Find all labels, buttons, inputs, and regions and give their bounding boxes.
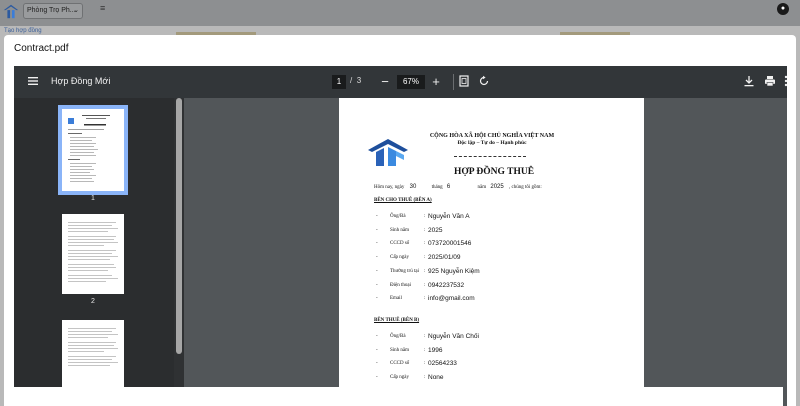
thumbnail-label-2: 2 — [91, 298, 95, 305]
field-value: 02564233 — [428, 360, 457, 368]
field-value: 2025/01/09 — [428, 254, 461, 262]
field-colon: : — [424, 296, 426, 302]
field-value: 0942237532 — [428, 281, 465, 289]
pdf-modal: Contract.pdf Hợp Đồng Mới 1 / 3 − 67% + — [4, 35, 796, 406]
field-value: 073720001546 — [428, 240, 472, 248]
document-title: Hợp Đồng Mới — [51, 76, 111, 86]
bullet-dash: - — [376, 255, 378, 261]
field-label: Sinh năm — [390, 347, 410, 353]
date-year: 2025 — [490, 184, 504, 190]
date-prefix: Hôm nay, ngày — [374, 185, 405, 190]
field-label: Cấp ngày — [390, 255, 410, 261]
field-colon: : — [424, 255, 426, 261]
page-separator: / — [350, 76, 353, 85]
field-label: Cấp ngày — [390, 375, 410, 381]
menu-toggle-icon[interactable]: ≡ — [100, 3, 105, 13]
thumbnail-page-2[interactable] — [62, 214, 124, 294]
thumbnail-page-1[interactable] — [58, 105, 128, 195]
rotate-icon[interactable] — [477, 75, 491, 89]
pdf-page-1: CỘNG HÒA XÃ HỘI CHỦ NGHĨA VIỆT NAM Độc l… — [339, 98, 644, 406]
toolbar-divider — [453, 74, 454, 90]
field-colon: : — [424, 334, 426, 339]
print-icon[interactable] — [763, 75, 777, 89]
field-value: info@gmail.com — [428, 295, 475, 303]
field-label: Điện thoại — [390, 282, 411, 288]
document-view: CỘNG HÒA XÃ HỘI CHỦ NGHĨA VIỆT NAM Độc l… — [184, 98, 787, 406]
party-b-title: BÊN THUÊ (BÊN B) — [374, 318, 420, 323]
bullet-dash: - — [376, 347, 378, 353]
fit-page-icon[interactable] — [457, 75, 471, 89]
date-month: 6 — [446, 184, 451, 190]
bullet-dash: - — [376, 375, 378, 381]
menu-icon[interactable] — [26, 75, 40, 89]
bullet-dash: - — [376, 361, 378, 367]
field-colon: : — [424, 375, 426, 381]
year-label: năm — [477, 185, 487, 190]
field-colon: : — [424, 214, 426, 219]
bullet-dash: - — [376, 282, 378, 288]
bullet-dash: - — [376, 214, 378, 219]
field-value: 2025 — [428, 226, 443, 234]
pdf-toolbar: Hợp Đồng Mới 1 / 3 − 67% + — [14, 66, 788, 98]
motto: Độc lập – Tự do – Hạnh phúc — [457, 140, 527, 146]
field-label: Ông/Bà — [390, 214, 406, 219]
field-label: Thường trú tại — [390, 268, 419, 274]
field-colon: : — [424, 227, 426, 233]
field-value: 1996 — [428, 346, 443, 354]
thumbnail-label-1: 1 — [91, 195, 95, 202]
app-logo — [3, 4, 19, 19]
party-a-title: BÊN CHO THUÊ (BÊN A) — [374, 198, 432, 203]
chevron-down-icon: ⌄ — [73, 7, 79, 14]
bullet-dash: - — [376, 296, 378, 302]
field-value: None — [428, 374, 444, 382]
thumbnail-sidebar: 1 2 — [14, 98, 184, 406]
field-label: CCCD số — [390, 361, 410, 367]
bullet-dash: - — [376, 268, 378, 274]
page-number-input[interactable]: 1 — [332, 75, 346, 89]
date-suffix: , chúng tôi gồm: — [508, 185, 542, 190]
date-line: Hôm nay, ngày 30 tháng 6 năm 2025 , chún… — [374, 184, 542, 190]
field-label: Email — [390, 296, 402, 302]
field-label: Sinh năm — [390, 227, 410, 233]
field-colon: : — [424, 241, 426, 247]
more-options-icon[interactable] — [779, 75, 793, 89]
field-label: Ông/Bà — [390, 334, 406, 339]
app-header: Phòng Trọ Ph... ⌄ ≡ ● — [0, 0, 800, 26]
company-logo — [368, 139, 408, 166]
zoom-in-icon[interactable]: + — [429, 75, 443, 89]
month-label: tháng — [431, 185, 443, 190]
modal-footer — [10, 387, 783, 406]
property-select[interactable]: Phòng Trọ Ph... ⌄ — [23, 3, 83, 19]
contract-heading: HỢP ĐỒNG THUÊ — [453, 167, 535, 177]
pdf-viewer: Hợp Đồng Mới 1 / 3 − 67% + 1 2 CỘNG HÒA … — [14, 66, 788, 406]
bullet-dash: - — [376, 241, 378, 247]
field-colon: : — [424, 347, 426, 353]
date-day: 30 — [409, 184, 417, 190]
field-label: CCCD số — [390, 241, 410, 247]
download-icon[interactable] — [742, 75, 756, 89]
modal-title: Contract.pdf — [14, 43, 69, 54]
bullet-dash: - — [376, 227, 378, 233]
page-count: / 3 — [350, 76, 361, 85]
avatar[interactable]: ● — [777, 3, 789, 15]
field-colon: : — [424, 268, 426, 274]
zoom-out-icon[interactable]: − — [378, 75, 392, 89]
header-divider — [454, 156, 526, 157]
field-colon: : — [424, 361, 426, 367]
property-select-value: Phòng Trọ Ph... — [27, 7, 76, 14]
bullet-dash: - — [376, 334, 378, 339]
field-colon: : — [424, 282, 426, 288]
total-pages: 3 — [356, 76, 362, 85]
field-value: Nguyễn Văn Chối — [428, 333, 479, 340]
national-header: CỘNG HÒA XÃ HỘI CHỦ NGHĨA VIỆT NAM — [429, 133, 555, 139]
zoom-input[interactable]: 67% — [397, 75, 425, 89]
field-value: 925 Nguyễn Kiệm — [428, 267, 480, 275]
thumbnail-scrollbar[interactable] — [176, 98, 182, 354]
field-value: Nguyễn Văn A — [428, 213, 470, 220]
